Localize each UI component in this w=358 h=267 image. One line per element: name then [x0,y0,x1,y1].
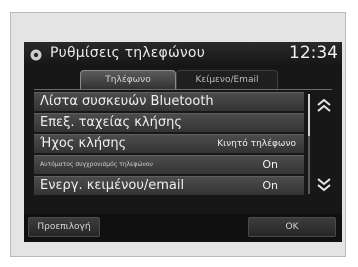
list-item-label: Λίστα συσκευών Bluetooth [40,94,214,109]
list-item-ringtone[interactable]: Ήχος κλήσης Κινητό τηλέφωνο [34,134,304,153]
list-item-auto-phone-sync[interactable]: Αυτόματος συγχρονισμός τηλεφώνου On [34,155,304,174]
list-item-edit-speed-dial[interactable]: Επεξ. ταχείας κλήσης [34,113,304,132]
scrollbar-thumb[interactable] [308,94,310,136]
ok-button[interactable]: OK [248,217,336,237]
double-chevron-down-icon[interactable] [314,174,334,194]
tab-text-email[interactable]: Κείμενο/Email [176,70,278,90]
settings-list: Λίστα συσκευών Bluetooth Επεξ. ταχείας κ… [34,92,304,197]
list-item-label: Ενεργ. κειμένου/email [40,178,185,193]
tab-phone[interactable]: Τηλέφωνο [80,70,176,90]
clock: 12:34 [289,43,338,63]
list-item-value: On [262,158,278,171]
default-button[interactable]: Προεπιλογή [28,217,100,237]
list-item-value: On [262,179,278,192]
tab-bar: Τηλέφωνο Κείμενο/Email [24,70,342,90]
list-item-bluetooth-device-list[interactable]: Λίστα συσκευών Bluetooth [34,92,304,111]
list-item-label: Επεξ. ταχείας κλήσης [40,115,182,130]
double-chevron-up-icon[interactable] [314,96,334,116]
tab-divider [34,89,332,90]
footer-bar: Προεπιλογή OK [24,214,342,242]
screen-title: Ρυθμίσεις τηλεφώνου [50,45,205,61]
header-bar: Ρυθμίσεις τηλεφώνου 12:34 [24,42,342,68]
list-item-enable-text-email[interactable]: Ενεργ. κειμένου/email On [34,176,304,195]
list-item-label: Ήχος κλήσης [40,136,127,151]
phone-settings-icon [30,49,42,61]
list-item-value: Κινητό τηλέφωνο [217,139,296,149]
list-item-label: Αυτόματος συγχρονισμός τηλεφώνου [40,161,153,168]
phone-settings-screen: Ρυθμίσεις τηλεφώνου 12:34 Τηλέφωνο Κείμε… [24,42,342,242]
